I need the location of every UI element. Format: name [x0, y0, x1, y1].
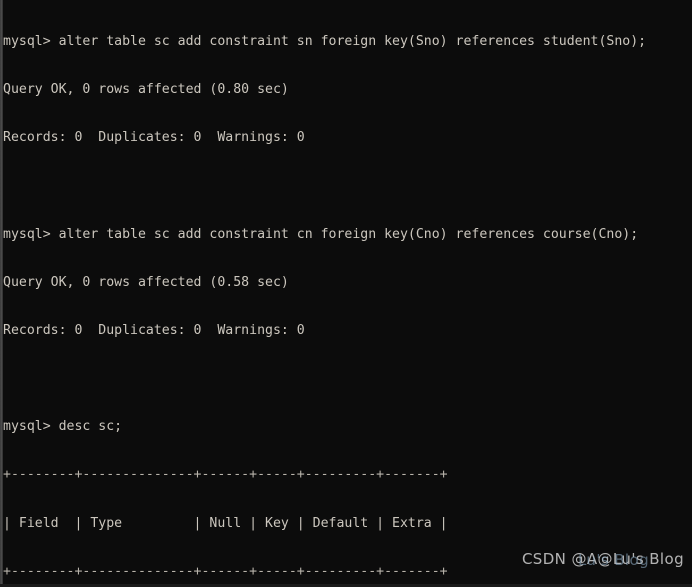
terminal-line: Query OK, 0 rows affected (0.58 sec) [3, 274, 289, 290]
table-rule: +--------+--------------+------+-----+--… [3, 563, 448, 579]
table-header-row: | Field | Type | Null | Key | Default | … [3, 515, 448, 531]
terminal-line: mysql> alter table sc add constraint sn … [3, 34, 647, 50]
terminal-line: Records: 0 Duplicates: 0 Warnings: 0 [3, 322, 305, 338]
terminal-line: mysql> alter table sc add constraint cn … [3, 226, 639, 242]
terminal-screen[interactable]: mysql> alter table sc add constraint sn … [3, 2, 692, 587]
mysql-terminal-window: mysql> alter table sc add constraint sn … [0, 0, 692, 587]
terminal-line: mysql> desc sc; [3, 419, 123, 435]
table-rule: +--------+--------------+------+-----+--… [3, 467, 448, 483]
terminal-line: Records: 0 Duplicates: 0 Warnings: 0 [3, 130, 305, 146]
terminal-line: Query OK, 0 rows affected (0.80 sec) [3, 82, 289, 98]
